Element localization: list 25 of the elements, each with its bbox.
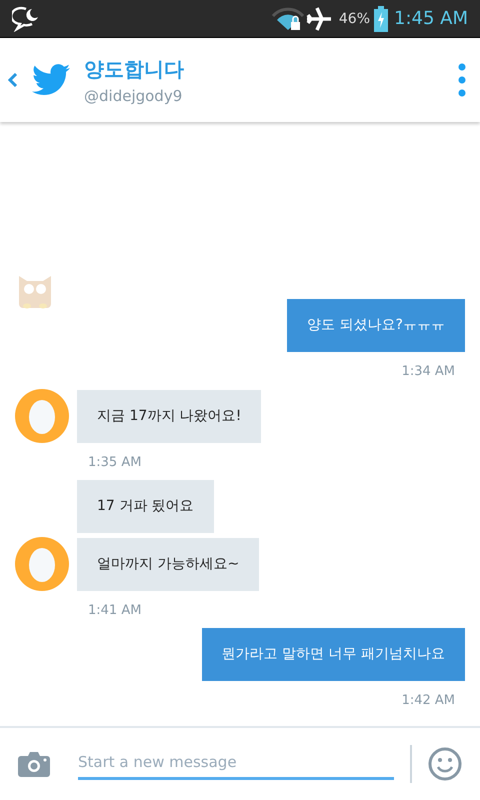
- message-bubble: 지금 17까지 나왔어요!: [77, 390, 262, 443]
- user-handle: @didejgody9: [84, 86, 184, 104]
- message-time: 1:42 AM: [400, 692, 455, 710]
- message-bubble: 뭔가라고 말하면 너무 패기넘치나요: [202, 628, 465, 681]
- message-time: 1:35 AM: [88, 454, 142, 472]
- more-icon[interactable]: [458, 63, 466, 97]
- bird-icon: [32, 64, 70, 96]
- message-time: 1:41 AM: [88, 602, 142, 620]
- back-icon[interactable]: [8, 73, 18, 87]
- battery-percent: 46%: [338, 10, 370, 26]
- clock-time: 1:45 AM: [394, 8, 468, 29]
- message-bubble: 17 거파 됬어요: [77, 480, 214, 533]
- battery-charging-icon: [374, 6, 388, 32]
- airplane-icon: [304, 6, 333, 32]
- chat-bubble-moon-icon: [12, 6, 40, 32]
- avatar-icon[interactable]: [15, 389, 69, 443]
- wifi-lock-icon: [270, 6, 305, 32]
- message-input-field[interactable]: Start a new message: [78, 748, 394, 780]
- camera-icon[interactable]: [18, 751, 50, 777]
- smiley-icon[interactable]: [428, 747, 462, 781]
- avatar-icon[interactable]: [15, 537, 69, 591]
- message-bubble: 양도 되셨나요?ㅠㅠㅠ: [287, 299, 465, 352]
- message-time: 1:34 AM: [400, 363, 455, 381]
- message-bubble: 얼마까지 가능하세요~: [77, 538, 260, 591]
- conversation-title: 양도합니다: [84, 56, 185, 82]
